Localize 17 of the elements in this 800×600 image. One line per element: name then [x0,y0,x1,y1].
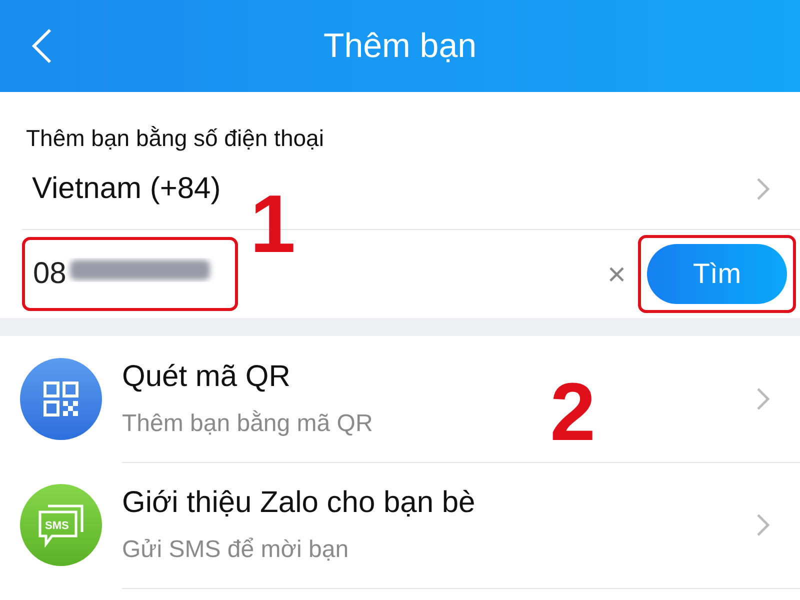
chevron-right-icon [756,176,770,200]
section-title: Thêm bạn bằng số điện thoại [26,124,324,152]
country-selector[interactable]: Vietnam (+84) [32,172,221,206]
option-subtitle: Thêm bạn bằng mã QR [122,410,374,438]
clear-icon[interactable]: × [607,256,626,292]
option-title: Quét mã QR [122,360,292,394]
back-icon[interactable] [30,28,54,64]
chevron-right-icon [756,512,770,536]
option-item[interactable]: SMS Giới thiệu Zalo cho bạn bè Gửi SMS để mời bạn [0,462,800,588]
chevron-right-icon [756,386,770,410]
step-number: 2 [550,372,596,454]
phone-input-field[interactable]: 08 [22,237,238,311]
screen-title: Thêm bạn [323,26,477,66]
option-subtitle: Gửi SMS để mời bạn [122,536,350,564]
option-title: Giới thiệu Zalo cho bạn bè [122,486,476,520]
step-number: 1 [250,184,296,266]
qr-code-icon [43,381,79,417]
